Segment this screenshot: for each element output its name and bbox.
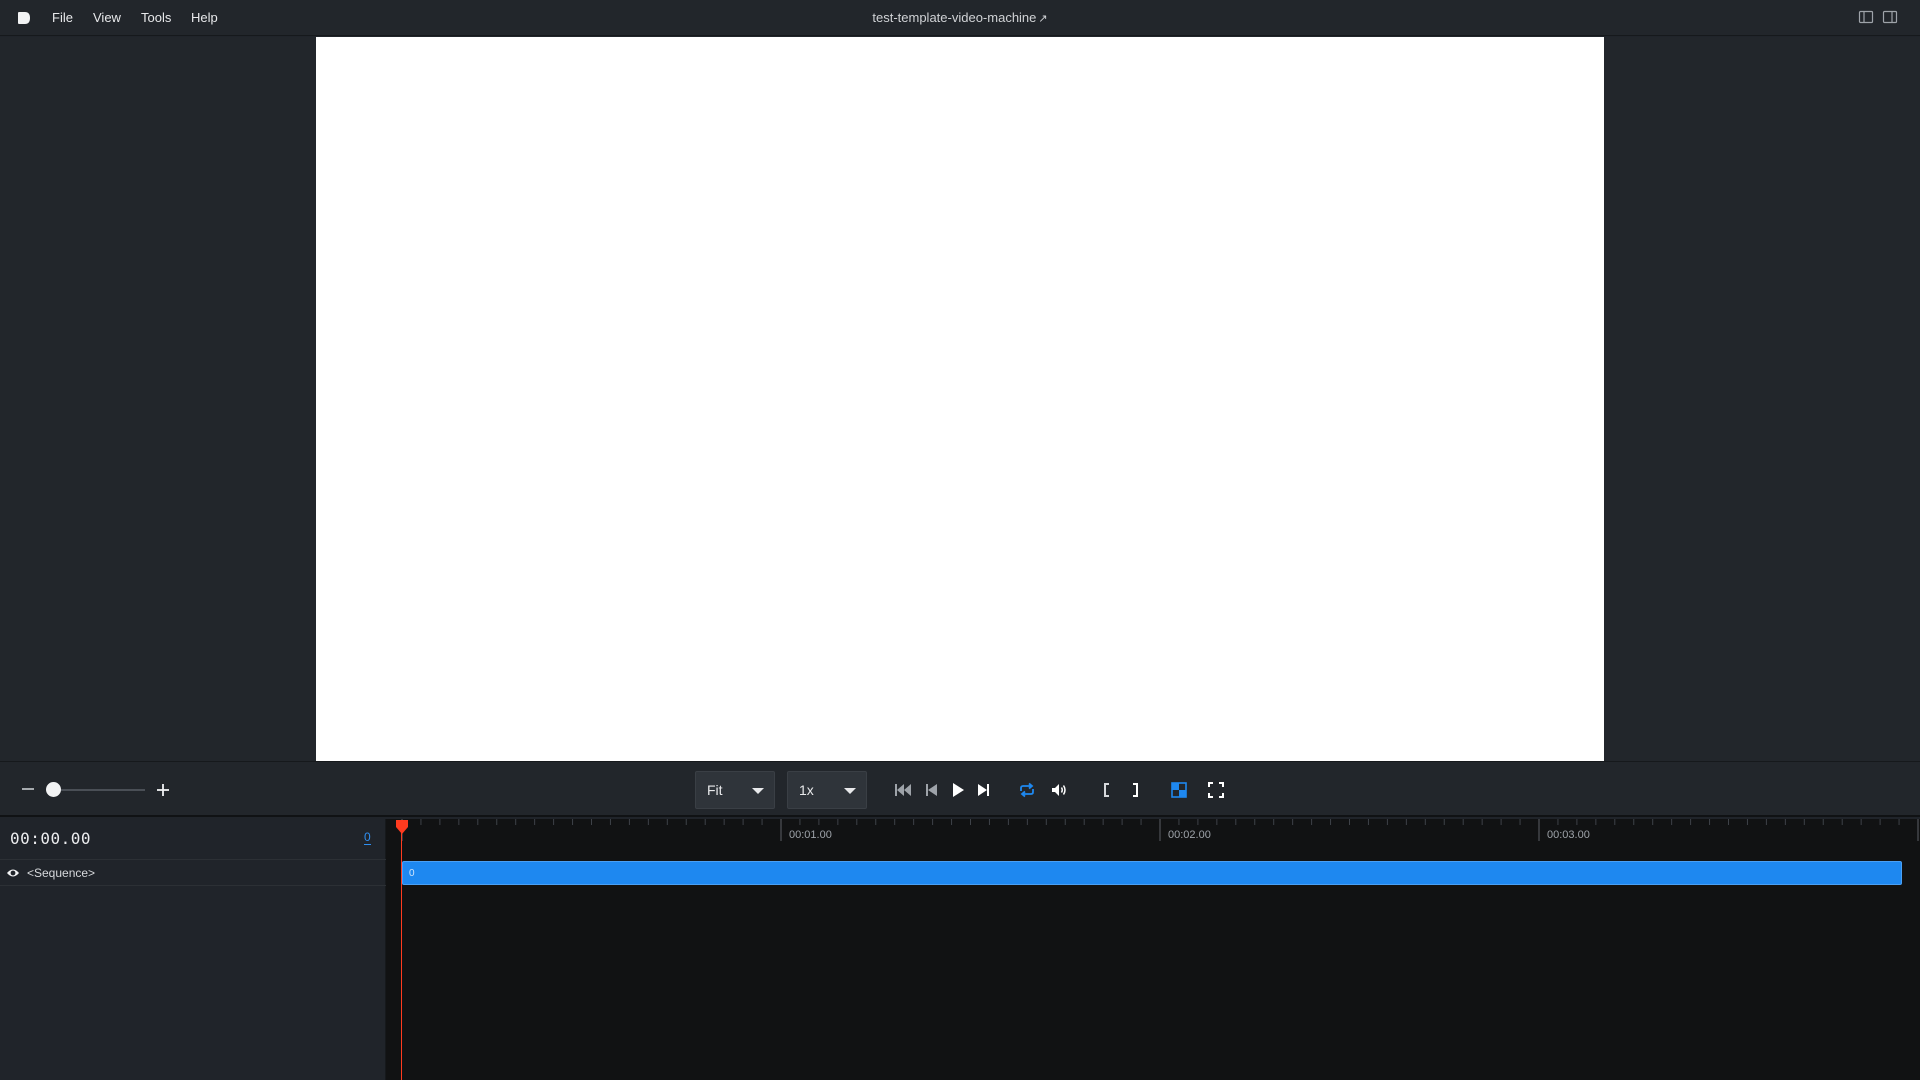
fit-select[interactable]: Fit xyxy=(695,771,775,809)
tick-label-2s: 00:02.00 xyxy=(1168,829,1211,841)
step-forward-icon[interactable] xyxy=(975,781,993,799)
volume-icon[interactable] xyxy=(1050,781,1068,799)
chevron-down-icon xyxy=(844,788,856,794)
playhead-line xyxy=(401,825,402,1080)
preview-workspace xyxy=(0,37,1920,761)
toggle-left-panel-icon[interactable] xyxy=(1858,9,1874,25)
project-title[interactable]: test-template-video-machine xyxy=(872,10,1036,25)
zoom-slider-thumb[interactable] xyxy=(46,782,61,797)
zoom-slider-track[interactable] xyxy=(54,789,145,791)
tick-label-3s: 00:03.00 xyxy=(1547,829,1590,841)
toggle-right-panel-icon[interactable] xyxy=(1882,9,1898,25)
clip-label: 0 xyxy=(409,868,415,879)
loop-icon[interactable] xyxy=(1018,781,1036,799)
zoom-out-icon[interactable] xyxy=(21,782,35,796)
menu-bar: File View Tools Help test-template-video… xyxy=(0,0,1920,36)
eye-icon[interactable] xyxy=(6,867,20,879)
playback-controls: Fit 1x xyxy=(0,761,1920,817)
zoom-in-icon[interactable] xyxy=(155,782,171,798)
timeline-panel: 00:00.00 0 <Sequence> 00:01.00 00:02.00 … xyxy=(0,819,1920,1080)
speed-select[interactable]: 1x xyxy=(787,771,867,809)
speed-select-value: 1x xyxy=(799,782,814,798)
layer-panel: 00:00.00 0 <Sequence> xyxy=(0,819,386,1080)
tick-label-1s: 00:01.00 xyxy=(789,829,832,841)
fullscreen-icon[interactable] xyxy=(1207,781,1225,799)
external-link-icon[interactable]: ↗ xyxy=(1038,13,1047,25)
layer-name: <Sequence> xyxy=(27,866,96,880)
ruler-ticks xyxy=(401,819,1919,841)
play-icon[interactable] xyxy=(949,781,967,799)
playhead-marker-icon[interactable] xyxy=(394,819,410,835)
frame-number[interactable]: 0 xyxy=(364,831,371,845)
preview-canvas[interactable] xyxy=(316,37,1604,761)
transparency-icon[interactable] xyxy=(1170,781,1188,799)
window-title: test-template-video-machine ↗ xyxy=(0,10,1920,25)
step-back-icon[interactable] xyxy=(923,781,941,799)
out-point-icon[interactable] xyxy=(1126,781,1144,799)
sequence-clip[interactable]: 0 xyxy=(402,861,1902,885)
skip-to-start-icon[interactable] xyxy=(894,781,912,799)
timecode-display[interactable]: 00:00.00 xyxy=(10,829,91,848)
chevron-down-icon xyxy=(752,788,764,794)
layer-row-sequence[interactable]: <Sequence> xyxy=(0,859,386,886)
time-ruler[interactable]: 00:01.00 00:02.00 00:03.00 xyxy=(386,819,1920,859)
fit-select-value: Fit xyxy=(707,782,723,798)
in-point-icon[interactable] xyxy=(1098,781,1116,799)
